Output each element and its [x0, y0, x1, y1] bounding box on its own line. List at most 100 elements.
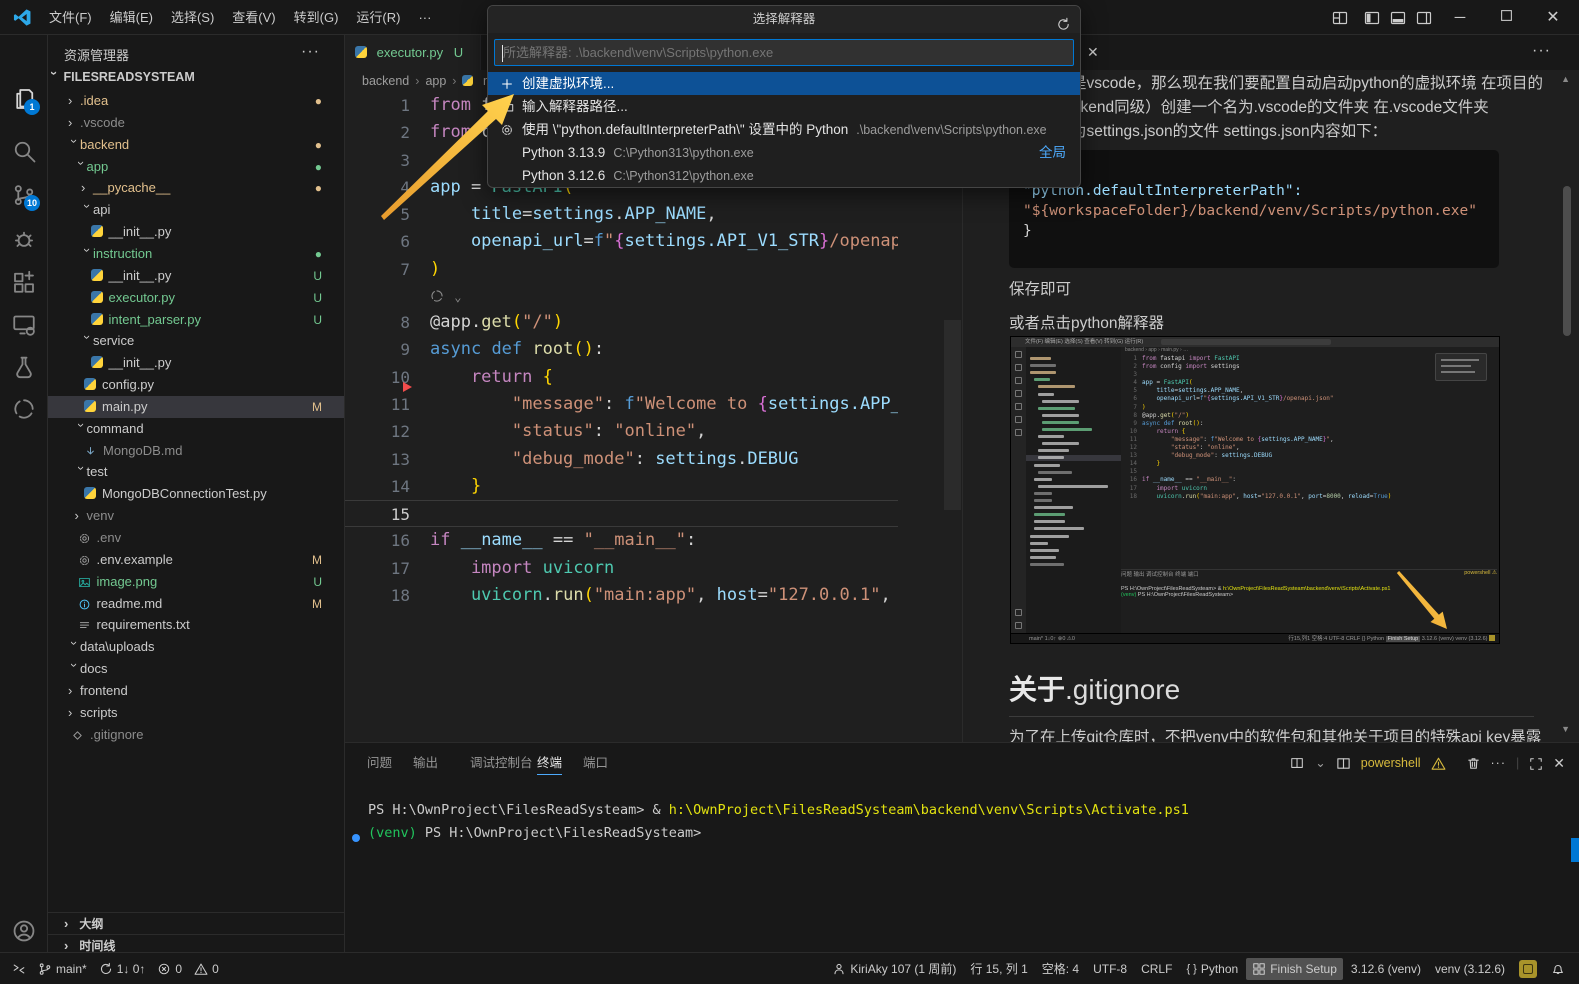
status--4[interactable]: 空格: 4 — [1036, 958, 1085, 980]
menu-转到(G)[interactable]: 转到(G) — [285, 0, 348, 35]
quickpick-item-3[interactable]: Python 3.13.9C:\Python313\python.exe全局 — [488, 141, 1080, 164]
outline-section[interactable]: › 大纲 — [48, 912, 344, 934]
breadcrumb-item[interactable]: app — [425, 74, 446, 88]
status-kiriaky-107-1-[interactable]: KiriAky 107 (1 周前) — [826, 958, 962, 980]
tree-item-app[interactable]: ›app● — [48, 156, 344, 178]
editor-scrollbar[interactable] — [944, 320, 961, 510]
tree-item-.vscode[interactable]: ›.vscode — [48, 112, 344, 134]
quickpick-item-4[interactable]: Python 3.12.6C:\Python312\python.exe — [488, 164, 1080, 187]
tree-item-data-uploads[interactable]: ›data\uploads — [48, 636, 344, 658]
code-line-16[interactable]: 16if __name__ == "__main__": — [345, 527, 898, 554]
tree-item-instruction[interactable]: ›instruction● — [48, 243, 344, 265]
menu-编辑(E)[interactable]: 编辑(E) — [101, 0, 162, 35]
status-main-[interactable]: main* — [32, 958, 93, 980]
more-icon[interactable]: ··· — [1491, 751, 1507, 775]
preview-more-actions-icon[interactable]: ··· — [1532, 42, 1551, 60]
interpreter-search-input[interactable] — [495, 40, 1073, 65]
tree-item---pycache--[interactable]: ›__pycache__● — [48, 177, 344, 199]
status-1-0-[interactable]: 1↓ 0↑ — [93, 958, 152, 980]
status-3-12-6-venv-[interactable]: 3.12.6 (venv) — [1345, 958, 1427, 980]
maximize-button[interactable] — [1486, 0, 1526, 35]
chevron-down-icon[interactable]: ⌄ — [1315, 751, 1325, 775]
menu-查看(V)[interactable]: 查看(V) — [223, 0, 284, 35]
menu-more[interactable]: ··· — [409, 0, 440, 35]
tree-item-frontend[interactable]: ›frontend — [48, 680, 344, 702]
tree-item-.gitignore[interactable]: .gitignore — [48, 724, 344, 746]
tree-item-requirements.txt[interactable]: requirements.txt — [48, 614, 344, 636]
tree-item-venv[interactable]: ›venv — [48, 505, 344, 527]
tree-item-main.py[interactable]: main.pyM — [48, 396, 344, 418]
activity-account-icon[interactable] — [12, 919, 36, 943]
sourcery-codelens[interactable]: ⌄ — [345, 283, 898, 309]
tree-item-readme.md[interactable]: readme.mdM — [48, 593, 344, 615]
status--15-1[interactable]: 行 15, 列 1 — [964, 958, 1033, 980]
status-venv-3-12-6-[interactable]: venv (3.12.6) — [1429, 958, 1511, 980]
status-python[interactable]: { }Python — [1180, 958, 1244, 980]
tree-item-api[interactable]: ›api — [48, 199, 344, 221]
tree-item-command[interactable]: ›command — [48, 418, 344, 440]
status-finish-setup[interactable]: Finish Setup — [1246, 958, 1343, 980]
status-utf-8[interactable]: UTF-8 — [1087, 958, 1133, 980]
code-editor[interactable]: 1from fastapi import FastAPI2from config… — [345, 92, 898, 742]
panel-tab-端口[interactable]: 端口 — [583, 751, 608, 775]
tree-item-intent-parser.py[interactable]: intent_parser.pyU — [48, 309, 344, 331]
quickpick-item-0[interactable]: 创建虚拟环境... — [488, 72, 1080, 95]
tree-item---init--.py[interactable]: __init__.py — [48, 352, 344, 374]
activity-extensions-icon[interactable] — [12, 270, 36, 294]
tree-item-service[interactable]: ›service — [48, 330, 344, 352]
tree-item-MongoDB.md[interactable]: MongoDB.md — [48, 440, 344, 462]
menu-选择(S)[interactable]: 选择(S) — [162, 0, 223, 35]
activity-sourcery-icon[interactable] — [12, 397, 36, 421]
split-terminal-icon[interactable] — [1290, 751, 1305, 775]
tree-item---init--.py[interactable]: __init__.pyU — [48, 265, 344, 287]
tree-item-scripts[interactable]: ›scripts — [48, 702, 344, 724]
terminal-output[interactable]: PS H:\OwnProject\FilesReadSysteam> & h:\… — [353, 799, 1189, 845]
menu-运行(R)[interactable]: 运行(R) — [347, 0, 409, 35]
menu-文件(F)[interactable]: 文件(F) — [40, 0, 101, 35]
code-line-12[interactable]: 12 "status": "online", — [345, 418, 898, 445]
tree-item-executor.py[interactable]: executor.pyU — [48, 287, 344, 309]
status-sourcery-square[interactable] — [1513, 958, 1543, 980]
code-line-7[interactable]: 7) — [345, 256, 898, 283]
activity-search-icon[interactable] — [12, 139, 36, 163]
quickpick-item-1[interactable]: 输入解释器路径... — [488, 95, 1080, 118]
minimize-button[interactable]: ─ — [1440, 0, 1480, 35]
close-panel-icon[interactable]: ✕ — [1553, 751, 1565, 775]
tree-item-.env.example[interactable]: .env.exampleM — [48, 549, 344, 571]
tree-item-image.png[interactable]: image.pngU — [48, 571, 344, 593]
tab-close-icon[interactable]: ✕ — [1087, 44, 1099, 61]
terminal-instance-icon[interactable] — [1336, 751, 1351, 775]
scroll-up-icon[interactable]: ▲ — [1561, 74, 1570, 84]
code-line-18[interactable]: 18 uvicorn.run("main:app", host="127.0.0… — [345, 582, 898, 609]
code-line-14[interactable]: 14 } — [345, 473, 898, 500]
explorer-more-actions-icon[interactable]: ··· — [301, 43, 320, 61]
panel-tab-终端[interactable]: 终端 — [537, 751, 562, 775]
preview-scrollbar[interactable] — [1563, 186, 1571, 336]
tree-root[interactable]: › FILESREADSYSTEAM — [48, 66, 344, 88]
status-crlf[interactable]: CRLF — [1135, 958, 1178, 980]
tab-executor-py[interactable]: executor.py U — [345, 35, 481, 70]
panel-tab-调试控制台[interactable]: 调试控制台 — [470, 751, 533, 775]
activity-run-debug-icon[interactable] — [12, 227, 36, 251]
panel-tab-输出[interactable]: 输出 — [413, 751, 438, 775]
code-line-8[interactable]: 8@app.get("/") — [345, 309, 898, 336]
timeline-section[interactable]: › 时间线 — [48, 934, 344, 952]
tree-item-test[interactable]: ›test — [48, 461, 344, 483]
tree-item-docs[interactable]: ›docs — [48, 658, 344, 680]
code-line-13[interactable]: 13 "debug_mode": settings.DEBUG — [345, 446, 898, 473]
activity-testing-icon[interactable] — [12, 355, 36, 379]
close-button[interactable]: ✕ — [1533, 0, 1573, 35]
status-0[interactable]: 0 — [188, 958, 225, 980]
maximize-panel-icon[interactable] — [1529, 751, 1543, 775]
code-line-6[interactable]: 6 openapi_url=f"{settings.API_V1_STR}/op… — [345, 228, 898, 255]
status-bell[interactable] — [1545, 958, 1571, 980]
code-line-9[interactable]: 9async def root(): — [345, 336, 898, 363]
activity-remote-explorer-icon[interactable] — [12, 312, 36, 336]
tree-item-config.py[interactable]: config.py — [48, 374, 344, 396]
shell-label[interactable]: powershell — [1361, 751, 1421, 775]
breadcrumb-item[interactable]: backend — [362, 74, 409, 88]
tree-item---init--.py[interactable]: __init__.py — [48, 221, 344, 243]
status-remote[interactable] — [6, 958, 32, 980]
quickpick-item-2[interactable]: 使用 \"python.defaultInterpreterPath\" 设置中… — [488, 118, 1080, 141]
code-line-15[interactable]: 15 — [345, 500, 898, 527]
